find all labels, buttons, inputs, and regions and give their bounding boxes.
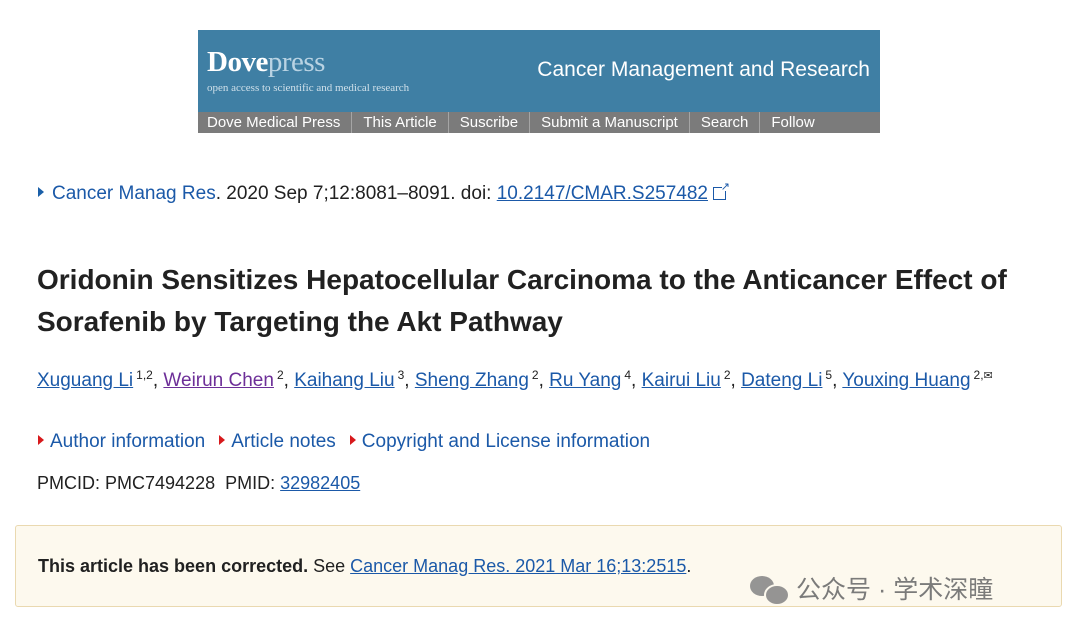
author-link[interactable]: Sheng Zhang — [415, 370, 529, 391]
envelope-icon[interactable]: ✉ — [984, 370, 993, 382]
author-link[interactable]: Dateng Li — [741, 370, 822, 391]
copyright-link[interactable]: Copyright and License information — [362, 431, 650, 452]
copyright-toggle[interactable]: Copyright and License information — [349, 431, 650, 453]
nav-dove-medical-press[interactable]: Dove Medical Press — [198, 112, 353, 133]
banner-header: Dovepress open access to scientific and … — [198, 30, 880, 111]
banner-nav: Dove Medical Press This Article Suscribe… — [198, 112, 880, 133]
expand-triangle-icon — [38, 435, 44, 445]
external-link-icon[interactable] — [713, 180, 730, 200]
dovepress-logo[interactable]: Dovepress — [207, 46, 325, 79]
author-affiliation: 2,✉ — [973, 368, 993, 382]
correction-text: This article has been corrected. See Can… — [38, 556, 692, 576]
author-affiliation: 1,2 — [136, 368, 153, 382]
journal-name[interactable]: Cancer Management and Research — [537, 58, 870, 82]
author-link[interactable]: Kairui Liu — [642, 370, 721, 391]
author-affiliation: 2 — [531, 368, 539, 382]
pmid-link[interactable]: 32982405 — [280, 473, 360, 493]
expand-triangle-icon — [219, 435, 226, 445]
citation-details: . 2020 Sep 7;12:8081–8091. doi: — [215, 183, 497, 204]
nav-follow[interactable]: Follow — [760, 112, 825, 133]
expand-triangle-icon — [349, 435, 356, 445]
article-notes-link[interactable]: Article notes — [231, 431, 336, 452]
article-ids: PMCID: PMC7494228 PMID: 32982405 — [37, 473, 361, 493]
author-affiliation: 2 — [276, 368, 284, 382]
nav-search[interactable]: Search — [690, 112, 761, 133]
article-notes-toggle[interactable]: Article notes — [219, 431, 336, 453]
correction-link[interactable]: Cancer Manag Res. 2021 Mar 16;13:2515 — [350, 556, 686, 576]
wechat-watermark: 公众号 · 学术深瞳 — [750, 570, 993, 606]
citation-line: Cancer Manag Res. 2020 Sep 7;12:8081–809… — [38, 180, 730, 205]
article-title: Oridonin Sensitizes Hepatocellular Carci… — [37, 264, 1007, 337]
author-link[interactable]: Kaihang Liu — [294, 370, 394, 391]
banner-tagline: open access to scientific and medical re… — [207, 82, 410, 94]
watermark-text: 公众号 · 学术深瞳 — [796, 576, 994, 604]
nav-subscribe[interactable]: Suscribe — [449, 112, 531, 133]
nav-submit-manuscript[interactable]: Submit a Manuscript — [530, 112, 690, 133]
author-list: Xuguang Li 1,2, Weirun Chen 2, Kaihang Liu… — [37, 368, 993, 391]
author-link[interactable]: Youxing Huang — [842, 370, 970, 391]
expand-triangle-icon[interactable] — [38, 187, 44, 197]
author-affiliation: 2 — [723, 368, 731, 382]
author-link[interactable]: Weirun Chen — [163, 370, 274, 391]
journal-banner: Dovepress open access to scientific and … — [198, 30, 880, 133]
doi-link[interactable]: 10.2147/CMAR.S257482 — [497, 183, 708, 204]
wechat-icon — [750, 573, 790, 606]
nav-this-article[interactable]: This Article — [352, 112, 449, 133]
author-link[interactable]: Xuguang Li — [37, 370, 133, 391]
author-link[interactable]: Ru Yang — [549, 370, 621, 391]
pmcid-value: PMC7494228 — [105, 473, 216, 493]
author-information-link[interactable]: Author information — [50, 431, 205, 452]
author-information-toggle[interactable]: Author information — [38, 431, 205, 453]
article-info-links: Author information Article notes Copyrig… — [38, 431, 650, 453]
journal-link[interactable]: Cancer Manag Res — [52, 183, 216, 204]
